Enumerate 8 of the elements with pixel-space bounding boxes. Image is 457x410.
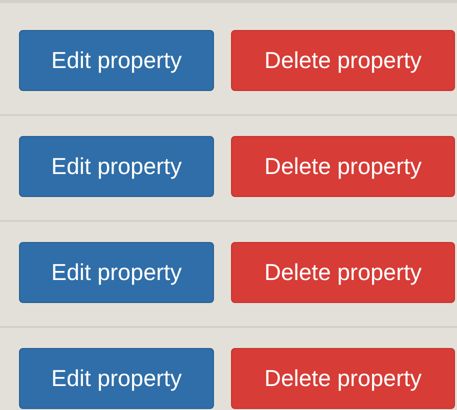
edit-button[interactable]: Edit property	[19, 348, 214, 409]
delete-button[interactable]: Delete property	[231, 348, 455, 409]
delete-button[interactable]: Delete property	[231, 242, 455, 303]
edit-button[interactable]: Edit property	[19, 30, 214, 91]
delete-button[interactable]: Delete property	[231, 136, 455, 197]
delete-button[interactable]: Delete property	[231, 30, 455, 91]
edit-button[interactable]: Edit property	[19, 136, 214, 197]
edit-button[interactable]: Edit property	[19, 242, 214, 303]
